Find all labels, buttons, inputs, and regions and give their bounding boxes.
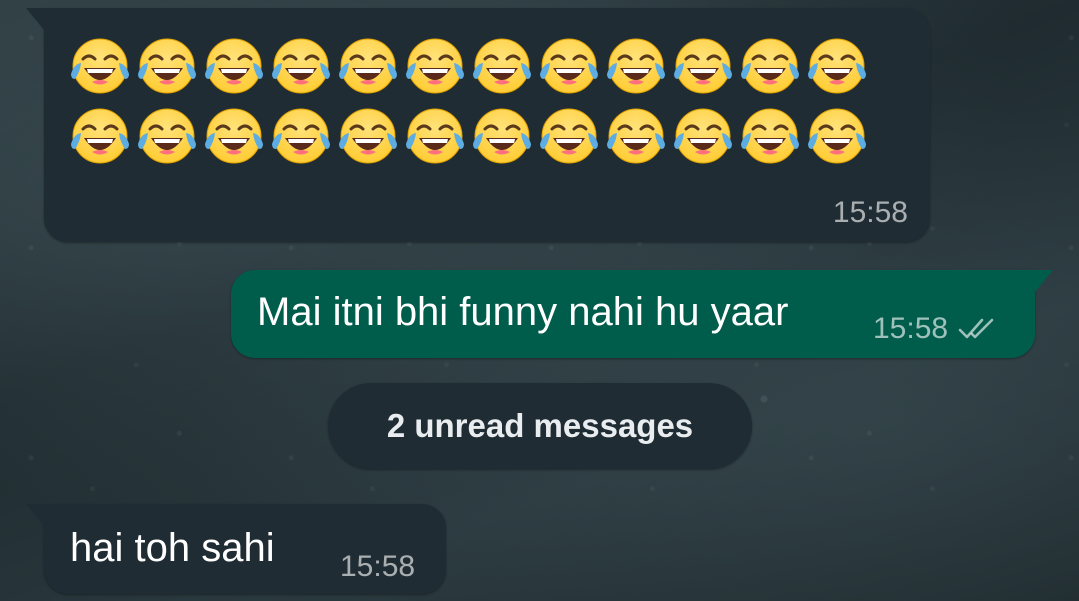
tears-of-joy-emoji-icon xyxy=(741,108,799,164)
bubble-tail xyxy=(1035,270,1053,292)
message-timestamp: 15:58 xyxy=(340,550,416,583)
message-text: Mai itni bhi funny nahi hu yaar xyxy=(257,290,789,334)
tears-of-joy-emoji-icon xyxy=(205,38,263,94)
emoji-row xyxy=(68,34,869,98)
message-meta: 15:58 xyxy=(873,312,1002,346)
tears-of-joy-emoji-icon xyxy=(540,38,598,94)
tears-of-joy-emoji-icon xyxy=(808,38,866,94)
tears-of-joy-emoji-icon xyxy=(71,108,129,164)
tears-of-joy-emoji-icon xyxy=(339,38,397,94)
tears-of-joy-emoji-icon xyxy=(138,38,196,94)
message-timestamp: 15:58 xyxy=(873,312,949,345)
message-text: hai toh sahi xyxy=(70,526,275,570)
tears-of-joy-emoji-icon xyxy=(406,108,464,164)
message-timestamp: 15:58 xyxy=(832,196,908,229)
tears-of-joy-emoji-icon xyxy=(607,108,665,164)
tears-of-joy-emoji-icon xyxy=(272,38,330,94)
tears-of-joy-emoji-icon xyxy=(272,108,330,164)
bubble-tail xyxy=(26,8,44,30)
tears-of-joy-emoji-icon xyxy=(406,38,464,94)
tears-of-joy-emoji-icon xyxy=(674,38,732,94)
tears-of-joy-emoji-icon xyxy=(808,108,866,164)
unread-messages-divider: 2 unread messages xyxy=(328,383,752,469)
tears-of-joy-emoji-icon xyxy=(607,38,665,94)
tears-of-joy-emoji-icon xyxy=(71,38,129,94)
tears-of-joy-emoji-icon xyxy=(674,108,732,164)
incoming-message-bubble[interactable]: 15:58 xyxy=(26,8,930,242)
tears-of-joy-emoji-icon xyxy=(540,108,598,164)
incoming-message-bubble[interactable]: hai toh sahi 15:58 xyxy=(26,504,446,594)
tears-of-joy-emoji-icon xyxy=(741,38,799,94)
outgoing-message-bubble[interactable]: Mai itni bhi funny nahi hu yaar 15:58 xyxy=(231,270,1053,358)
double-check-icon xyxy=(958,318,994,339)
tears-of-joy-emoji-icon xyxy=(138,108,196,164)
tears-of-joy-emoji-icon xyxy=(473,38,531,94)
tears-of-joy-emoji-icon xyxy=(473,108,531,164)
emoji-row xyxy=(68,104,869,168)
tears-of-joy-emoji-icon xyxy=(339,108,397,164)
tears-of-joy-emoji-icon xyxy=(205,108,263,164)
unread-messages-label: 2 unread messages xyxy=(386,407,694,444)
bubble-tail xyxy=(26,504,44,526)
